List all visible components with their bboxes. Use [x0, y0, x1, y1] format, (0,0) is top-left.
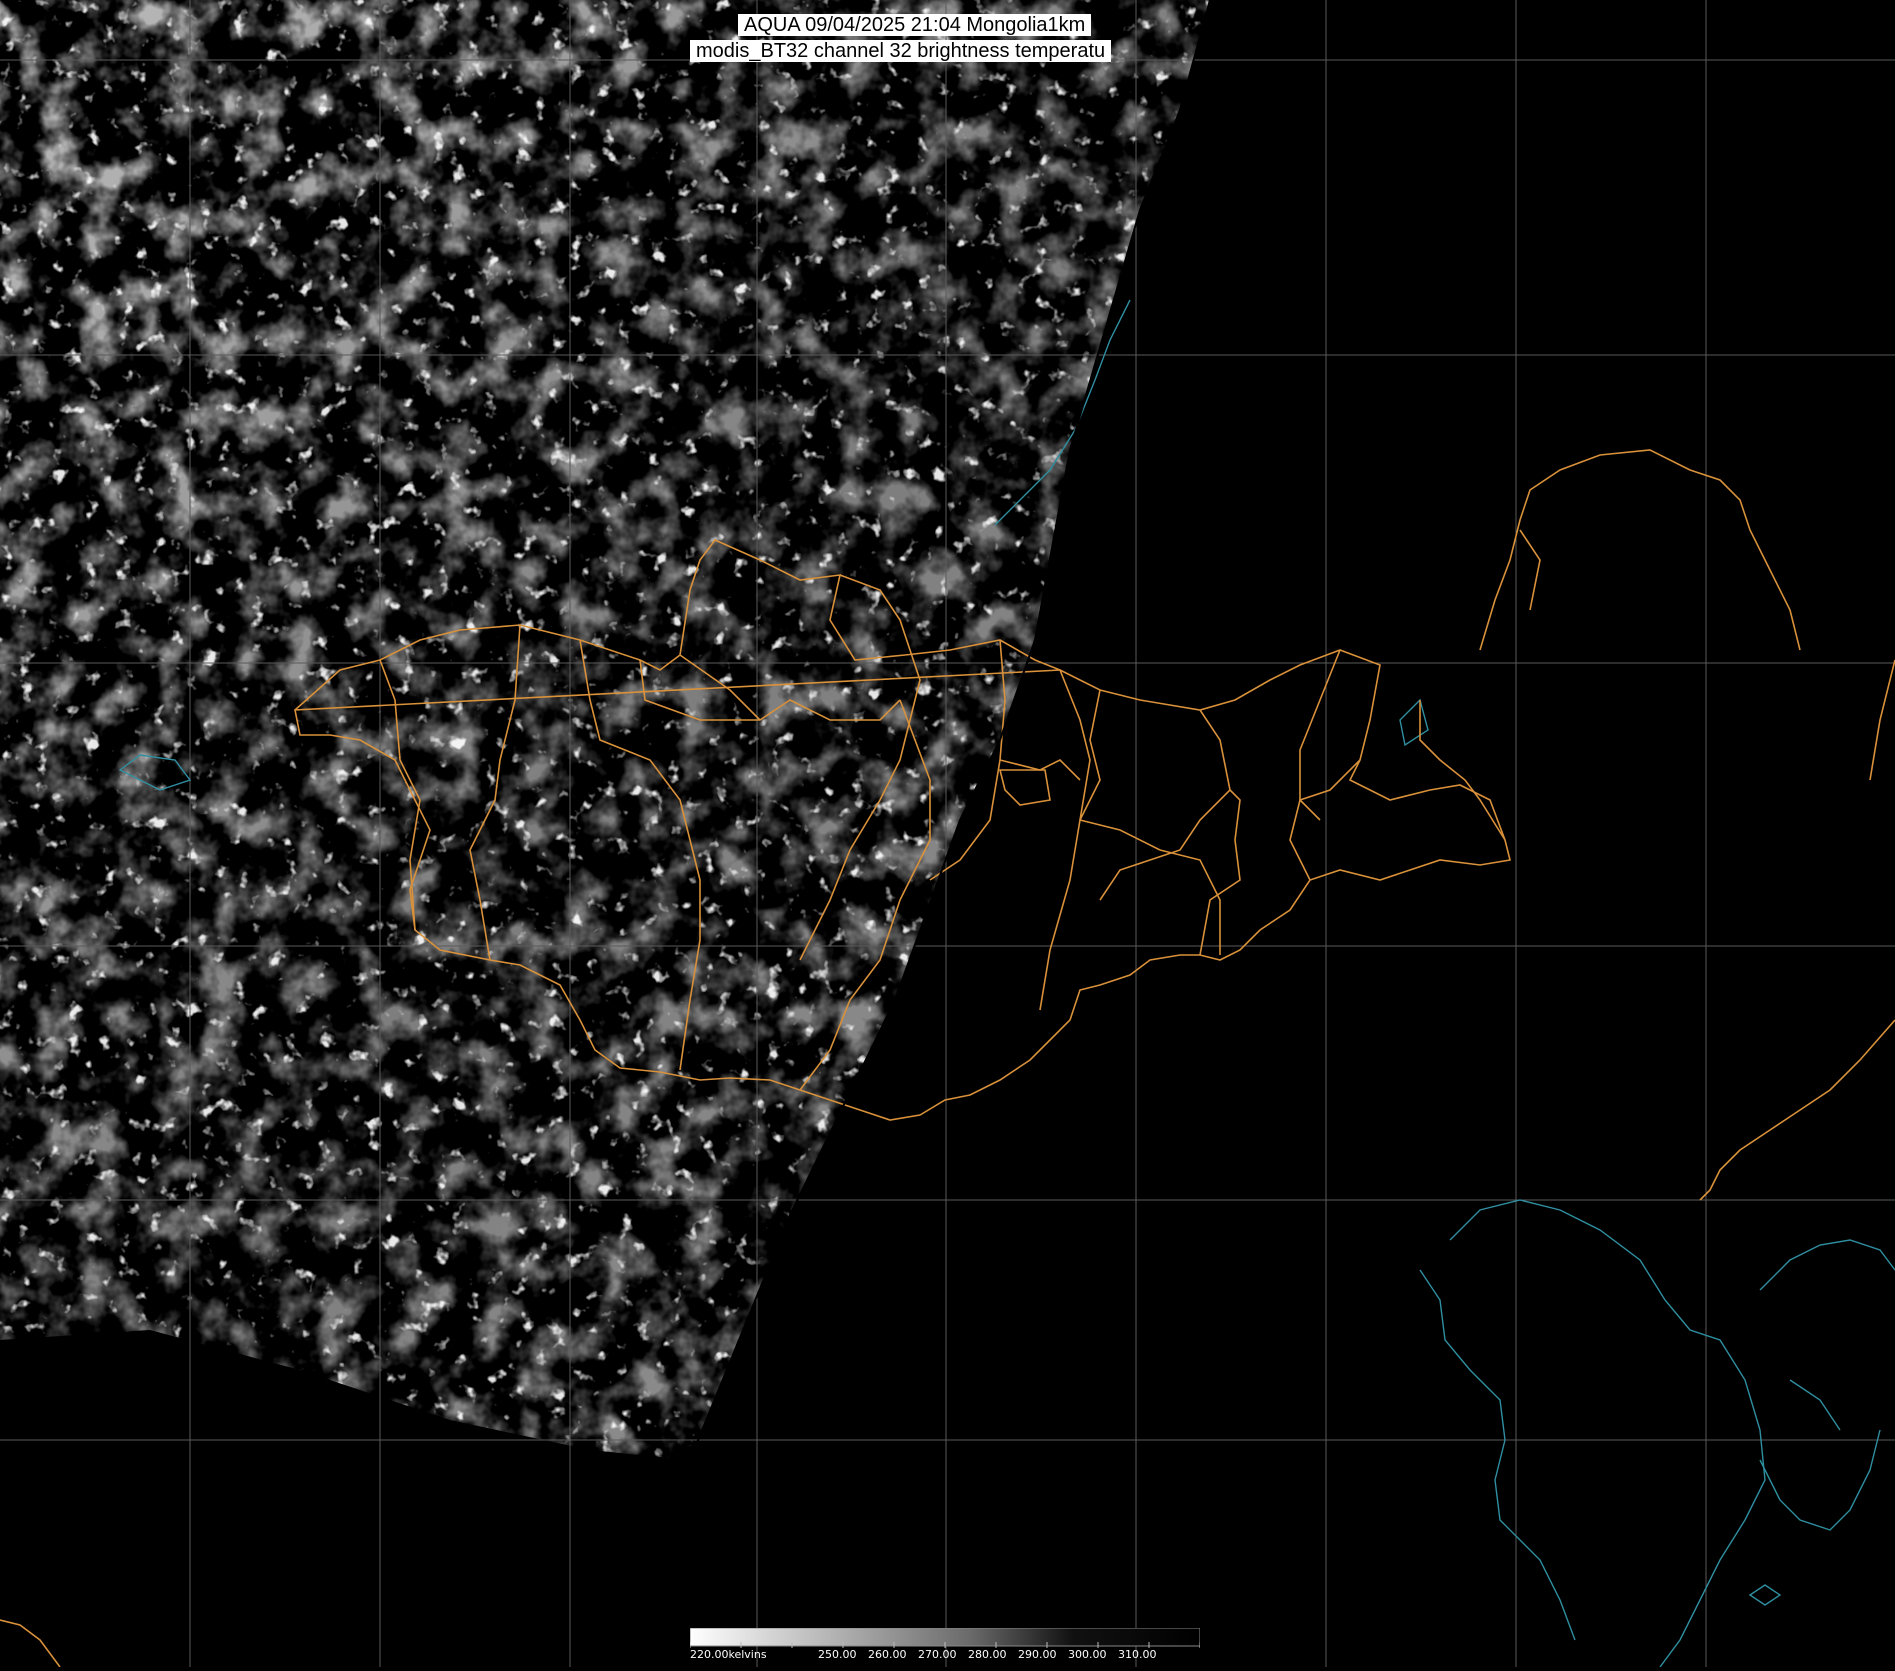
map-canvas [0, 0, 1895, 1668]
colorbar-legend: 220.00kelvins 250.00 260.00 270.00 280.0… [689, 1627, 1201, 1664]
title-line-2: modis_BT32 channel 32 brightness tempera… [690, 40, 1112, 62]
colorbar-unit-label: 220.00kelvins [690, 1648, 767, 1661]
colorbar-tick-260: 260.00 [868, 1648, 907, 1661]
colorbar-tick-290: 290.00 [1018, 1648, 1057, 1661]
title-line-1: AQUA 09/04/2025 21:04 Mongolia1km [738, 14, 1092, 36]
colorbar-tick-280: 280.00 [968, 1648, 1007, 1661]
colorbar-tick-270: 270.00 [918, 1648, 957, 1661]
colorbar-tick-300: 300.00 [1068, 1648, 1107, 1661]
colorbar-ramp [689, 1627, 1201, 1648]
colorbar-tick-250: 250.00 [818, 1648, 857, 1661]
colorbar-tick-310: 310.00 [1118, 1648, 1157, 1661]
satellite-map: AQUA 09/04/2025 21:04 Mongolia1km modis_… [0, 0, 1895, 1668]
